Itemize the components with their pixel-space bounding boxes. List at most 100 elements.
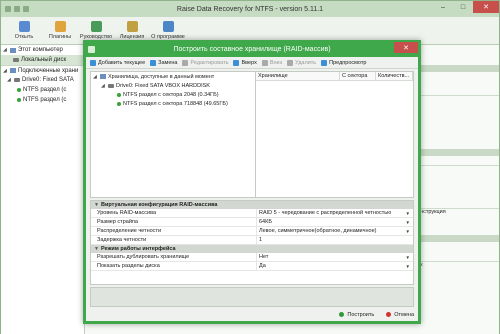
storage-panels: ◢ Хранилища, доступные в данный момент ◢… <box>90 71 414 198</box>
property-value: Да <box>259 263 266 269</box>
section-band <box>415 65 499 72</box>
toolbar-label: Вверх <box>241 59 257 66</box>
collapse-icon[interactable]: ◢ <box>3 47 8 53</box>
property-value-dropdown[interactable]: Нет ▼ <box>257 253 413 261</box>
tree-item-connected[interactable]: ◢ Подключенные храни <box>1 65 84 75</box>
arrow-down-icon <box>261 59 268 66</box>
property-value: 1 <box>259 237 263 243</box>
build-button[interactable]: Построить <box>339 312 374 318</box>
dialog-close-button[interactable]: ✕ <box>394 42 418 53</box>
cancel-button[interactable]: Отмена <box>386 312 414 318</box>
tree-item-ntfs-1[interactable]: NTFS раздел (с <box>1 85 84 95</box>
tree-item-ntfs-2[interactable]: NTFS раздел (с <box>1 95 84 105</box>
tree-label: NTFS раздел (с <box>23 97 67 103</box>
property-name: Уровень RAID-массива <box>91 209 257 217</box>
tree-item-local-disk[interactable]: Локальный диск <box>1 55 84 65</box>
column-count[interactable]: Количеств... <box>376 72 413 80</box>
collapse-icon[interactable]: ◢ <box>3 68 8 74</box>
group-label: Режим работы интерфейса <box>101 246 176 252</box>
edit-button[interactable]: Редактировать <box>182 59 228 66</box>
dropdown-arrow-icon[interactable]: ▼ <box>406 255 410 260</box>
dialog-toolbar: Добавить текущее Замена Редактировать Вв… <box>86 57 418 69</box>
list-label: Хранилища, доступные в данный момент <box>108 73 215 80</box>
delete-icon <box>287 59 294 66</box>
property-name: Показать разделы диска <box>91 262 257 270</box>
toolbar-label: Замена <box>158 59 178 66</box>
ribbon-open-button[interactable]: Откыть <box>7 17 41 44</box>
dropdown-arrow-icon[interactable]: ▼ <box>406 264 410 269</box>
property-value: RAID 5 - чередование с распределенной че… <box>259 210 392 216</box>
content-row: ик <box>415 261 499 270</box>
dropdown-arrow-icon[interactable]: ▼ <box>406 229 410 234</box>
ribbon-plugins-button[interactable]: Плагины <box>43 17 77 44</box>
plugins-icon <box>54 21 66 32</box>
property-group[interactable]: ▼ Режим работы интерфейса <box>91 245 413 253</box>
toolbar-label: Вниз <box>269 59 283 66</box>
column-from-sector[interactable]: С сектора <box>340 72 376 80</box>
property-grid: ▼ Виртуальная конфигурация RAID-массива … <box>90 200 414 285</box>
property-name: Распределение четности <box>91 227 257 235</box>
section-band <box>415 149 499 156</box>
property-row[interactable]: Размер страйпа 64КБ ▼ <box>91 218 413 227</box>
property-row[interactable]: Распределение четности Левое, симметричн… <box>91 227 413 236</box>
property-row[interactable]: Уровень RAID-массива RAID 5 - чередовани… <box>91 209 413 218</box>
raid-storages-list[interactable]: Хранилище С сектора Количеств... <box>256 72 413 197</box>
build-icon <box>339 312 345 317</box>
tree-label: Drive0: Fixed SATA <box>22 77 74 83</box>
arrow-up-icon <box>233 59 240 66</box>
move-up-button[interactable]: Вверх <box>233 59 257 66</box>
dropdown-arrow-icon[interactable]: ▼ <box>406 220 410 225</box>
collapse-icon[interactable]: ▼ <box>94 246 99 252</box>
property-value-input[interactable]: 1 <box>257 236 413 244</box>
available-partition[interactable]: NTFS раздел с сектора 718848 (49.65ГБ) <box>91 99 255 108</box>
collapse-icon[interactable]: ◢ <box>7 77 12 83</box>
content-row <box>415 165 499 174</box>
cancel-icon <box>386 312 392 317</box>
property-name: Размер страйпа <box>91 218 257 226</box>
property-value-dropdown[interactable]: Да ▼ <box>257 262 413 270</box>
minimize-button[interactable]: – <box>433 1 453 13</box>
dialog-title: Построить составное хранилище (RAID-масс… <box>173 45 331 53</box>
available-partition[interactable]: NTFS раздел с сектора 2048 (0.34ГБ) <box>91 90 255 99</box>
property-value-dropdown[interactable]: 64КБ ▼ <box>257 218 413 226</box>
column-storage[interactable]: Хранилище <box>256 72 340 80</box>
tree-item-this-computer[interactable]: ◢ Этот компьютер <box>1 45 84 55</box>
property-value-dropdown[interactable]: Левое, симметричное(обратное, динамичное… <box>257 227 413 235</box>
property-value: Нет <box>259 254 269 260</box>
tree-label: NTFS раздел (с <box>23 87 67 93</box>
delete-button[interactable]: Удалить <box>287 59 316 66</box>
collapse-icon[interactable]: ◢ <box>93 74 98 80</box>
disk-icon <box>13 58 19 62</box>
tree-label: Подключенные храни <box>18 67 79 74</box>
storage-icon <box>10 68 16 73</box>
list-label: NTFS раздел с сектора 718848 (49.65ГБ) <box>123 100 228 107</box>
property-group[interactable]: ▼ Виртуальная конфигурация RAID-массива <box>91 201 413 209</box>
tree-label: Этот компьютер <box>18 47 63 53</box>
maximize-button[interactable]: □ <box>453 1 473 13</box>
tree-item-drive0[interactable]: ◢ Drive0: Fixed SATA <box>1 75 84 85</box>
close-button[interactable]: ✕ <box>473 1 499 13</box>
dropdown-arrow-icon[interactable]: ▼ <box>406 211 410 216</box>
tree-label: Локальный диск <box>21 57 67 63</box>
partition-icon <box>17 98 21 102</box>
add-icon <box>90 59 96 66</box>
replace-button[interactable]: Замена <box>150 59 178 66</box>
available-header[interactable]: ◢ Хранилища, доступные в данный момент <box>91 72 255 81</box>
preview-button[interactable]: Предпросмотр <box>321 59 366 66</box>
content-row: онструкция <box>415 208 499 217</box>
dialog-body: Добавить текущее Замена Редактировать Вв… <box>86 57 418 321</box>
move-down-button[interactable]: Вниз <box>261 59 283 66</box>
storage-table-header: Хранилище С сектора Количеств... <box>256 72 413 81</box>
available-drive[interactable]: ◢ Drive0: Fixed SATA VBOX HARDDISK <box>91 81 255 90</box>
add-current-button[interactable]: Добавить текущее <box>90 59 145 66</box>
collapse-icon[interactable]: ▼ <box>94 202 99 208</box>
title-bar: Raise Data Recovery for NTFS - version 5… <box>1 1 499 17</box>
content-text: онструкция <box>417 209 446 215</box>
collapse-icon[interactable]: ◢ <box>101 83 106 89</box>
property-row[interactable]: Задержка четности 1 <box>91 236 413 245</box>
property-name: Задержка четности <box>91 236 257 244</box>
property-row[interactable]: Показать разделы диска Да ▼ <box>91 262 413 271</box>
property-value-dropdown[interactable]: RAID 5 - чередование с распределенной че… <box>257 209 413 217</box>
property-row[interactable]: Разрешать дублировать хранилище Нет ▼ <box>91 253 413 262</box>
partition-icon <box>117 92 121 97</box>
